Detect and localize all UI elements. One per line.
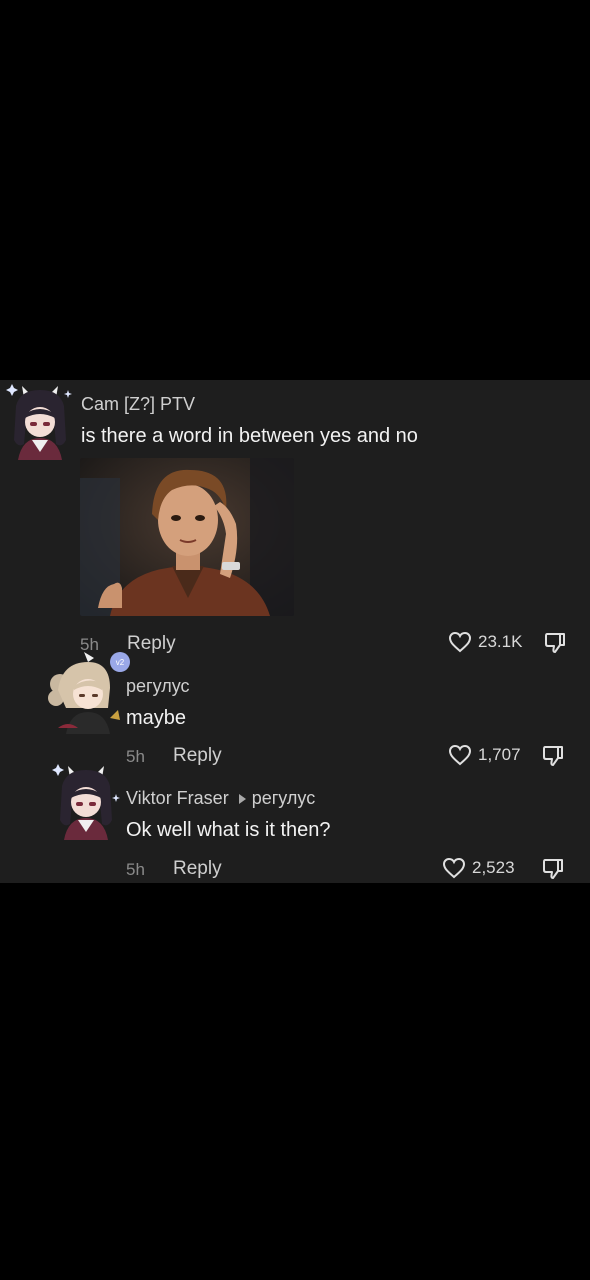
reply-arrow-icon bbox=[238, 793, 246, 804]
comment-username[interactable]: регулус bbox=[126, 676, 190, 697]
comment-time: 5h bbox=[126, 860, 145, 879]
like-button[interactable]: 2,523 bbox=[442, 857, 515, 879]
attached-image[interactable] bbox=[80, 458, 294, 616]
like-button[interactable]: 1,707 bbox=[448, 744, 521, 766]
reply-button[interactable]: Reply bbox=[173, 858, 222, 880]
like-button[interactable]: 23.1K bbox=[448, 631, 522, 653]
comment-username[interactable]: Cam [Z?] PTV bbox=[81, 394, 195, 415]
avatar[interactable] bbox=[46, 758, 126, 840]
dislike-button[interactable] bbox=[543, 631, 567, 660]
comment-text: Ok well what is it then? bbox=[126, 819, 331, 841]
like-count: 2,523 bbox=[472, 858, 515, 877]
heart-icon bbox=[442, 857, 466, 879]
thumbs-down-icon bbox=[541, 746, 565, 772]
avatar[interactable]: v2 bbox=[48, 648, 132, 734]
reply-to-name[interactable]: регулус bbox=[252, 788, 316, 808]
dislike-button[interactable] bbox=[541, 857, 565, 886]
heart-icon bbox=[448, 744, 472, 766]
comment-text: maybe bbox=[126, 707, 187, 729]
thumbs-down-icon bbox=[543, 633, 567, 659]
reply-button[interactable]: Reply bbox=[127, 633, 176, 655]
comment-text: is there a word in between yes and no bbox=[81, 425, 418, 447]
svg-text:v2: v2 bbox=[116, 658, 125, 667]
screen: Cam [Z?] PTV is there a word in between … bbox=[0, 0, 590, 1280]
comment-time: 5h bbox=[126, 747, 145, 766]
thumbs-down-icon bbox=[541, 859, 565, 885]
reply-button[interactable]: Reply bbox=[173, 745, 222, 767]
dislike-button[interactable] bbox=[541, 744, 565, 773]
avatar[interactable] bbox=[2, 378, 78, 460]
like-count: 23.1K bbox=[478, 632, 523, 651]
comment-username: Viktor Fraser регулус bbox=[126, 788, 315, 809]
heart-icon bbox=[448, 631, 472, 653]
author-name[interactable]: Viktor Fraser bbox=[126, 788, 229, 808]
like-count: 1,707 bbox=[478, 745, 521, 764]
